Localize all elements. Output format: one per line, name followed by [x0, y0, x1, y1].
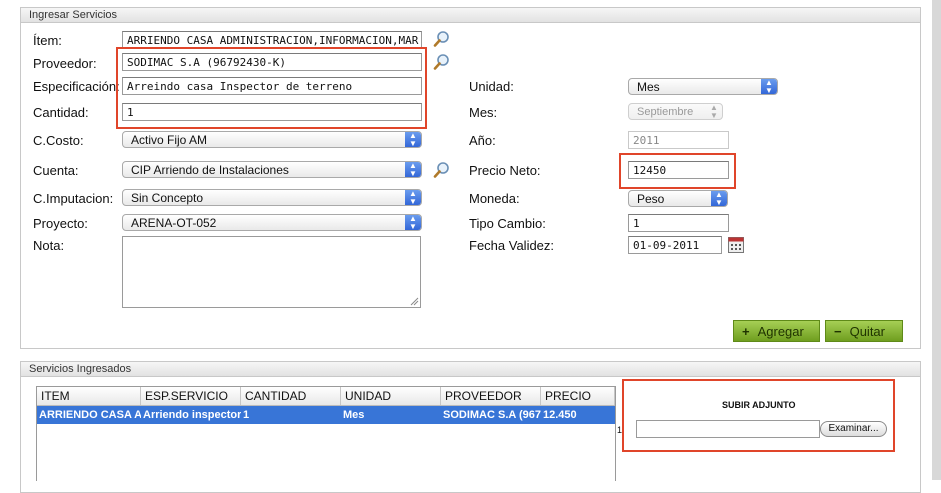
table-cell: SODIMAC S.A (9679	[443, 409, 541, 421]
cimputacion-label: C.Imputacion:	[33, 191, 114, 206]
cimputacion-value: Sin Concepto	[131, 191, 204, 205]
select-arrows-icon: ▲ ▼	[405, 190, 421, 205]
select-arrows-icon: ▲ ▼	[405, 215, 421, 230]
agregar-button[interactable]: + Agregar	[733, 320, 820, 342]
minus-icon: −	[834, 324, 842, 339]
table-header: ITEM ESP.SERVICIO CANTIDAD UNIDAD PROVEE…	[37, 387, 615, 406]
unidad-label: Unidad:	[469, 79, 514, 94]
cuenta-label: Cuenta:	[33, 163, 79, 178]
ccosto-select[interactable]: Activo Fijo AM ▲ ▼	[122, 131, 422, 148]
anio-input: 2011	[628, 131, 729, 149]
panel-title: Servicios Ingresados	[21, 362, 920, 377]
table-row[interactable]: ARRIENDO CASA AD Arriendo inspectore 1 M…	[37, 406, 615, 424]
cuenta-value: CIP Arriendo de Instalaciones	[131, 163, 289, 177]
calendar-icon[interactable]	[728, 237, 744, 253]
plus-icon: +	[742, 324, 750, 339]
table-cell: 1	[243, 409, 250, 421]
item-label: Ítem:	[33, 33, 62, 48]
unidad-value: Mes	[637, 80, 660, 94]
highlight-proveedor-box	[116, 47, 427, 129]
table-cell: Arriendo inspectore	[143, 409, 241, 421]
moneda-value: Peso	[637, 192, 665, 206]
search-cuenta-icon[interactable]	[433, 161, 451, 179]
ccosto-label: C.Costo:	[33, 133, 84, 148]
mes-select: Septiembre ▲ ▼	[628, 103, 723, 120]
resize-handle-icon[interactable]	[410, 297, 419, 306]
column-header[interactable]: ESP.SERVICIO	[141, 387, 241, 405]
nota-textarea[interactable]	[122, 236, 421, 308]
column-header[interactable]: CANTIDAD	[241, 387, 341, 405]
tipo-cambio-input[interactable]: 1	[628, 214, 729, 232]
search-item-icon[interactable]	[433, 30, 451, 48]
ccosto-value: Activo Fijo AM	[131, 133, 208, 147]
moneda-label: Moneda:	[469, 191, 520, 206]
file-path-input[interactable]	[636, 420, 820, 438]
panel-title: Ingresar Servicios	[21, 8, 920, 23]
cimputacion-select[interactable]: Sin Concepto ▲ ▼	[122, 189, 422, 206]
search-proveedor-icon[interactable]	[433, 53, 451, 71]
highlight-precio-box	[619, 153, 736, 189]
select-arrows-icon: ▲ ▼	[711, 191, 727, 206]
table-cell: 12.450	[543, 409, 577, 421]
cuenta-select[interactable]: CIP Arriendo de Instalaciones ▲ ▼	[122, 161, 422, 178]
nota-label: Nota:	[33, 238, 65, 253]
mes-value: Septiembre	[637, 106, 694, 118]
table-cell: ARRIENDO CASA AD	[39, 409, 141, 421]
column-header[interactable]: PROVEEDOR	[441, 387, 541, 405]
servicios-table: ITEM ESP.SERVICIO CANTIDAD UNIDAD PROVEE…	[36, 386, 616, 481]
column-header[interactable]: PRECIO	[541, 387, 615, 405]
select-arrows-icon: ▲ ▼	[710, 103, 718, 120]
highlight-upload-box	[622, 379, 895, 452]
precio-neto-label: Precio Neto:	[469, 163, 541, 178]
fecha-validez-input[interactable]: 01-09-2011	[628, 236, 722, 254]
select-arrows-icon: ▲ ▼	[405, 132, 421, 147]
cantidad-label: Cantidad:	[33, 105, 89, 120]
proyecto-select[interactable]: ARENA-OT-052 ▲ ▼	[122, 214, 422, 231]
proyecto-label: Proyecto:	[33, 216, 88, 231]
mes-label: Mes:	[469, 105, 498, 120]
anio-label: Año:	[469, 133, 496, 148]
unidad-select[interactable]: Mes ▲ ▼	[628, 78, 778, 95]
quitar-button[interactable]: − Quitar	[825, 320, 903, 342]
upload-title: SUBIR ADJUNTO	[722, 400, 796, 410]
especificacion-label: Especificación:	[33, 79, 120, 94]
column-header[interactable]: UNIDAD	[341, 387, 441, 405]
tipo-cambio-label: Tipo Cambio:	[469, 216, 546, 231]
select-arrows-icon: ▲ ▼	[405, 162, 421, 177]
examinar-button[interactable]: Examinar...	[820, 421, 887, 437]
column-header[interactable]: ITEM	[37, 387, 141, 405]
window-scrollbar[interactable]	[932, 0, 941, 480]
select-arrows-icon: ▲ ▼	[761, 79, 777, 94]
moneda-select[interactable]: Peso ▲ ▼	[628, 190, 728, 207]
fecha-validez-label: Fecha Validez:	[469, 238, 555, 253]
table-cell: Mes	[343, 409, 365, 421]
proveedor-label: Proveedor:	[33, 56, 97, 71]
proyecto-value: ARENA-OT-052	[131, 216, 217, 230]
